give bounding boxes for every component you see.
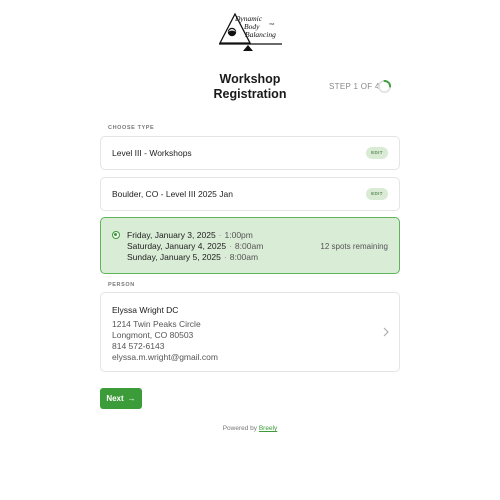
person-email: elyssa.m.wright@gmail.com — [112, 352, 218, 362]
breely-link[interactable]: Breely — [259, 425, 277, 432]
dynamic-body-balancing-logo: Dynamic Body Balancing TM — [218, 12, 284, 52]
chevron-right-icon[interactable] — [381, 326, 391, 338]
person-address-line2: Longmont, CO 80503 — [112, 330, 194, 340]
person-label: PERSON — [108, 282, 135, 288]
schedule-date: Saturday, January 4, 2025 — [127, 241, 227, 251]
edit-button[interactable]: EDIT — [366, 147, 388, 159]
person-name: Elyssa Wright DC — [112, 305, 179, 315]
person-card[interactable]: Elyssa Wright DC 1214 Twin Peaks Circle … — [100, 292, 400, 372]
person-phone: 814 572-6143 — [112, 341, 165, 351]
powered-by-footer: Powered by Breely — [0, 425, 500, 432]
schedule-time: 1:00pm — [224, 230, 253, 240]
arrow-right-icon: → — [127, 394, 136, 403]
schedule-date-row: Saturday, January 4, 2025 · 8:00am — [127, 241, 263, 251]
page-title-line2: Registration — [213, 87, 287, 101]
schedule-date-row: Friday, January 3, 2025 · 1:00pm — [127, 230, 253, 240]
separator-dot: · — [223, 252, 227, 262]
type-card-text: Level III - Workshops — [112, 148, 192, 158]
schedule-date: Friday, January 3, 2025 — [127, 230, 216, 240]
logo-text-line3: Balancing — [245, 30, 276, 39]
type-card-location[interactable]: Boulder, CO - Level III 2025 Jan EDIT — [100, 177, 400, 211]
schedule-time: 8:00am — [234, 241, 264, 251]
schedule-date: Sunday, January 5, 2025 — [127, 252, 221, 262]
edit-button[interactable]: EDIT — [366, 188, 388, 200]
step-indicator: STEP 1 OF 4 — [329, 82, 380, 91]
choose-type-label: CHOOSE TYPE — [108, 125, 155, 131]
page-title: Workshop Registration — [190, 72, 310, 102]
schedule-option-selected[interactable]: Friday, January 3, 2025 · 1:00pm Saturday,… — [100, 217, 400, 274]
powered-by-text: Powered by — [222, 425, 258, 432]
schedule-date-row: Sunday, January 5, 2025 · 8:00am — [127, 252, 258, 262]
schedule-time: 8:00am — [229, 252, 259, 262]
spots-remaining: 12 spots remaining — [320, 242, 388, 251]
type-card-workshop[interactable]: Level III - Workshops EDIT — [100, 136, 400, 170]
next-button[interactable]: Next → — [100, 388, 142, 409]
type-card-text: Boulder, CO - Level III 2025 Jan — [112, 189, 233, 199]
page-title-line1: Workshop — [219, 72, 281, 86]
progress-ring-icon — [377, 79, 392, 94]
separator-dot: · — [229, 241, 232, 251]
radio-selected-icon[interactable] — [112, 231, 120, 239]
person-address-line1: 1214 Twin Peaks Circle — [112, 319, 201, 329]
separator-dot: · — [218, 230, 222, 240]
logo-trademark: TM — [269, 22, 275, 26]
next-button-label: Next — [106, 394, 124, 403]
